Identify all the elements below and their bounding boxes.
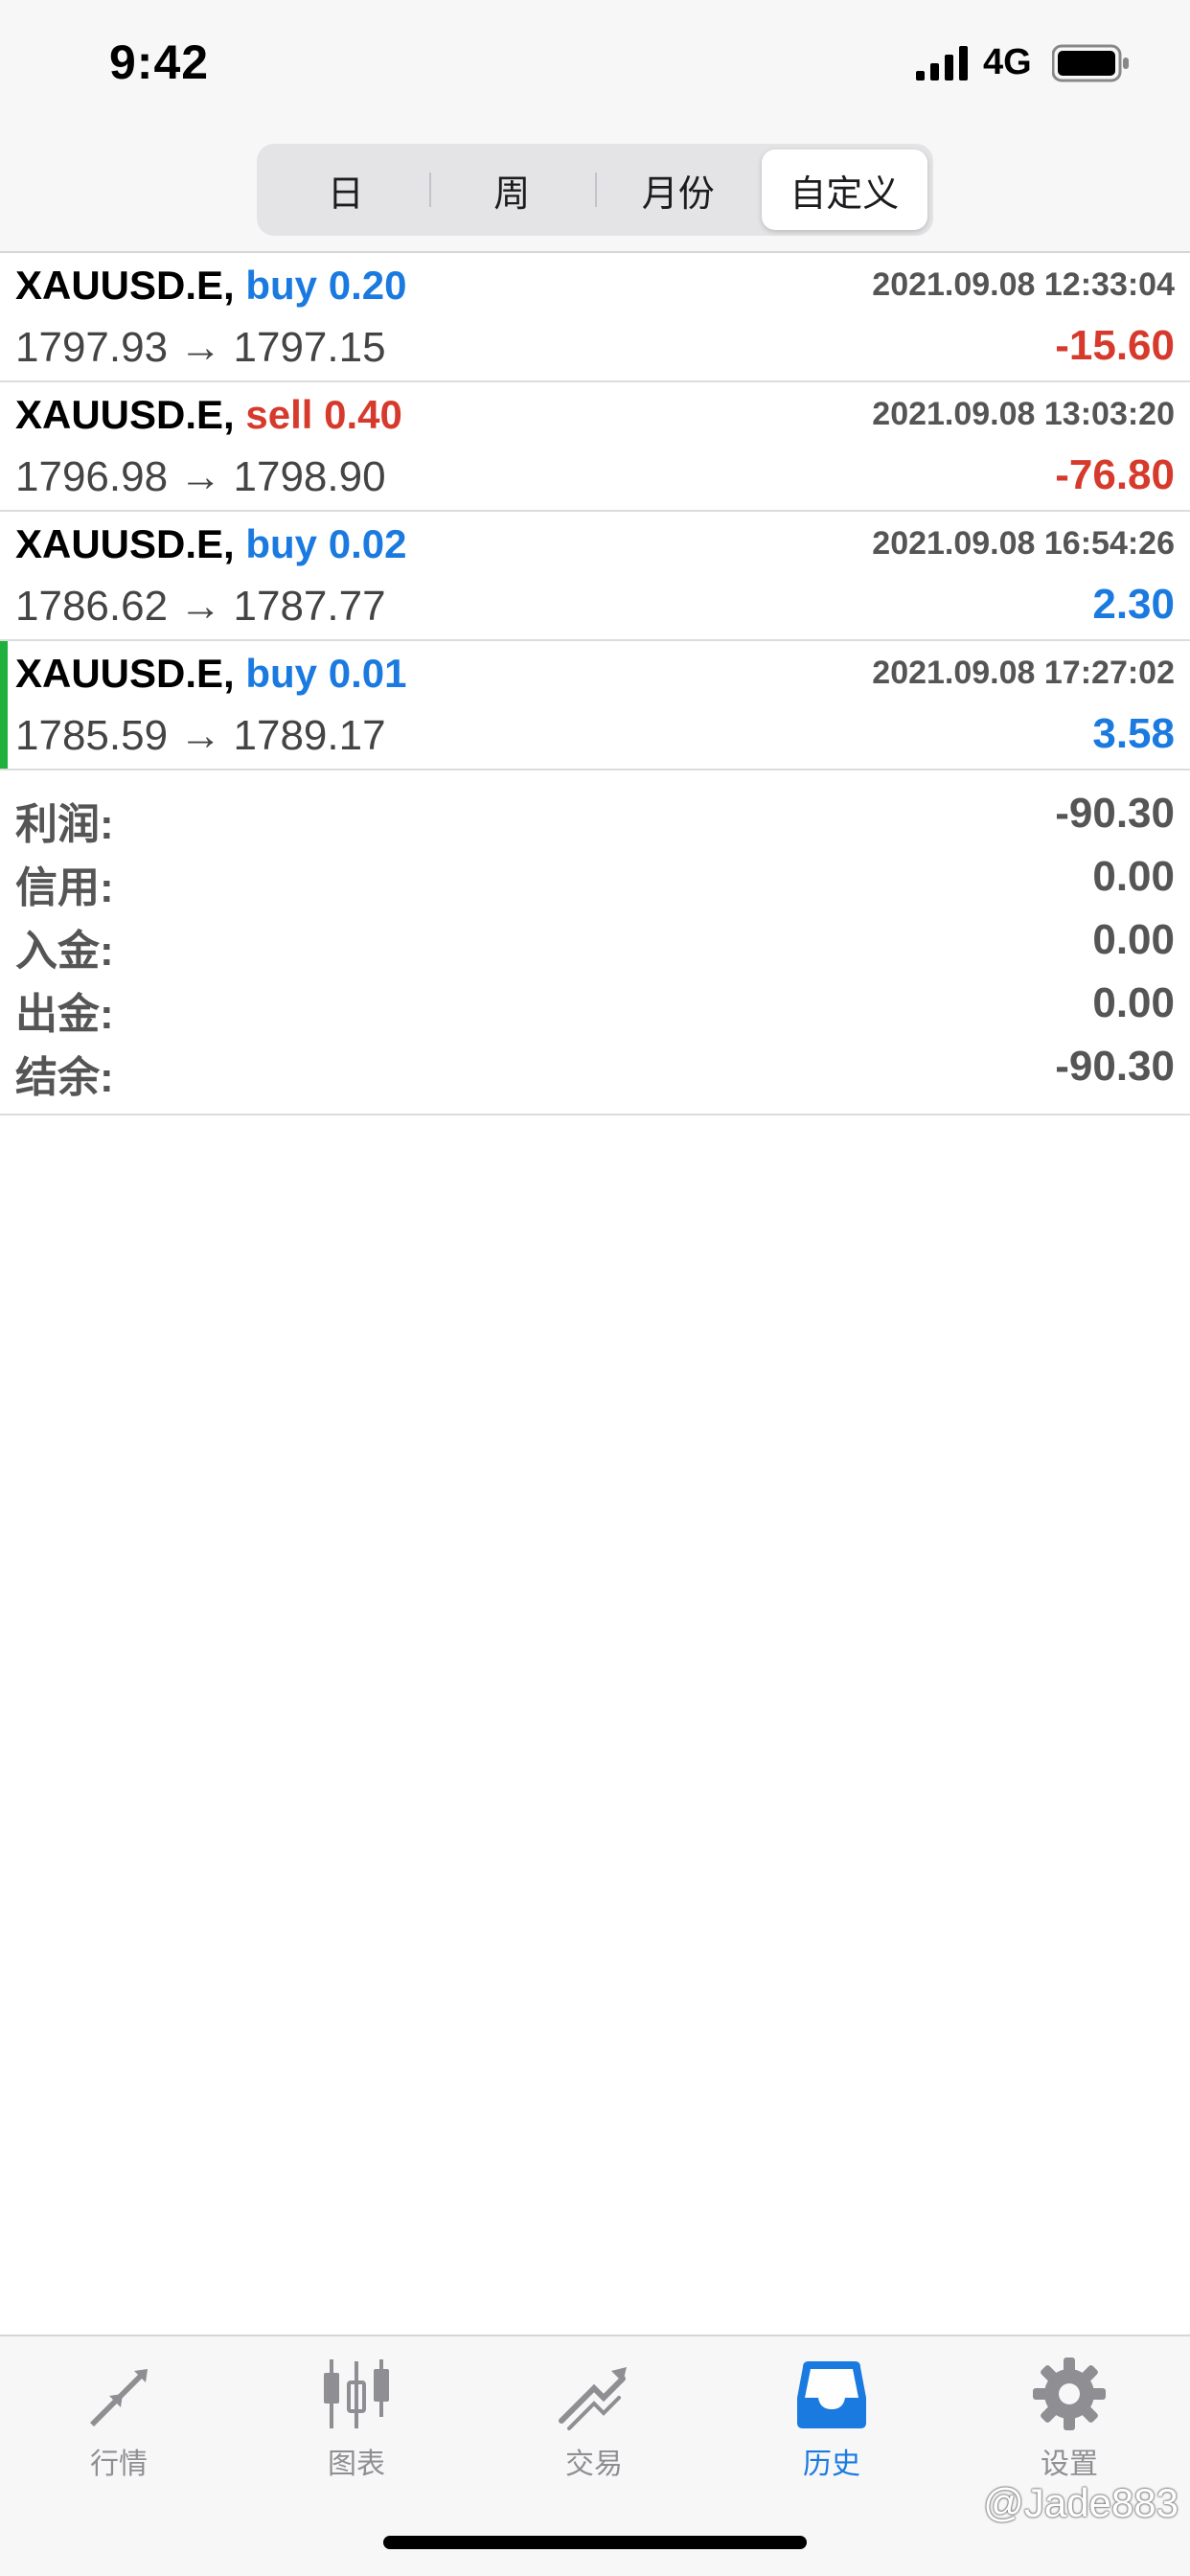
summary-label: 信用: [15, 864, 114, 911]
trade-side: buy 0.20 [245, 263, 407, 308]
tab-trade[interactable]: 交易 [498, 2356, 690, 2490]
summary-row-balance: 结余: -90.30 [0, 1037, 1190, 1101]
trade-profit: -15.60 [1055, 322, 1175, 369]
account-summary: 利润: -90.30 信用: 0.00 入金: 0.00 出金: 0.00 结余… [0, 770, 1190, 1116]
trade-prices: 1785.59 → 1789.17 [15, 712, 386, 759]
trade-time: 2021.09.08 16:54:26 [872, 525, 1175, 562]
trade-prices: 1797.93 → 1797.15 [15, 324, 386, 371]
trade-symbol: XAUUSD.E, [15, 521, 235, 566]
tab-quotes[interactable]: 行情 [23, 2356, 215, 2490]
period-tab-custom[interactable]: 自定义 [761, 150, 927, 230]
trade-chart-icon [559, 2367, 627, 2430]
trade-profit: 2.30 [1092, 581, 1175, 628]
tab-history[interactable]: 历史 [736, 2356, 927, 2490]
tab-settings[interactable]: 设置 [973, 2356, 1165, 2490]
summary-row-withdrawal: 出金: 0.00 [0, 974, 1190, 1038]
trade-symbol: XAUUSD.E, [15, 651, 235, 696]
trade-list: XAUUSD.E, buy 0.20 2021.09.08 12:33:04 1… [0, 253, 1190, 770]
trade-side: buy 0.02 [245, 521, 407, 566]
summary-label: 入金: [15, 928, 114, 975]
period-tab-week[interactable]: 周 [428, 150, 596, 230]
summary-label: 出金: [15, 991, 114, 1038]
period-tab-day[interactable]: 日 [263, 150, 429, 230]
tab-label: 历史 [803, 2449, 860, 2480]
tab-label: 交易 [565, 2449, 623, 2480]
trade-time: 2021.09.08 17:27:02 [872, 655, 1175, 691]
history-screen: 9:42 4G 日 周 月份 自定义 XAUUSD.E, buy 0.20 20… [0, 0, 1190, 2576]
summary-row-profit: 利润: -90.30 [0, 784, 1190, 848]
tab-label: 行情 [90, 2449, 148, 2480]
watermark: @Jade883 [983, 2480, 1179, 2525]
home-indicator[interactable] [383, 2536, 807, 2549]
trade-row[interactable]: XAUUSD.E, buy 0.02 2021.09.08 16:54:26 1… [0, 512, 1190, 641]
tab-label: 设置 [1041, 2449, 1098, 2480]
trade-symbol: XAUUSD.E, [15, 263, 235, 308]
trade-time: 2021.09.08 13:03:20 [872, 396, 1175, 432]
trade-time: 2021.09.08 12:33:04 [872, 266, 1175, 303]
summary-value: -90.30 [1055, 1043, 1175, 1090]
candlestick-chart-icon [324, 2359, 389, 2428]
summary-label: 结余: [15, 1054, 114, 1101]
trade-profit: 3.58 [1092, 710, 1175, 757]
trade-prices: 1786.62 → 1787.77 [15, 583, 386, 630]
trade-symbol: XAUUSD.E, [15, 392, 235, 437]
period-tab-month[interactable]: 月份 [595, 150, 762, 230]
trade-prices: 1796.98 → 1798.90 [15, 453, 386, 500]
summary-row-deposit: 入金: 0.00 [0, 910, 1190, 975]
trade-side: sell 0.40 [245, 392, 402, 437]
period-segmented-control: 日 周 月份 自定义 [257, 144, 933, 236]
battery-icon [1052, 44, 1129, 82]
summary-value: 0.00 [1092, 853, 1175, 900]
summary-value: -90.30 [1055, 790, 1175, 837]
summary-row-credit: 信用: 0.00 [0, 847, 1190, 911]
tab-label: 图表 [328, 2449, 385, 2480]
trade-profit: -76.80 [1055, 451, 1175, 498]
summary-label: 利润: [15, 801, 114, 848]
network-label: 4G [983, 42, 1032, 82]
trade-row[interactable]: XAUUSD.E, sell 0.40 2021.09.08 13:03:20 … [0, 382, 1190, 512]
summary-value: 0.00 [1092, 979, 1175, 1026]
summary-value: 0.00 [1092, 916, 1175, 963]
signal-bars-icon [916, 46, 968, 80]
trade-row-selected[interactable]: XAUUSD.E, buy 0.01 2021.09.08 17:27:02 1… [0, 641, 1190, 770]
header: 9:42 4G 日 周 月份 自定义 [0, 0, 1190, 253]
trade-side: buy 0.01 [245, 651, 407, 696]
quotes-arrows-icon [90, 2369, 148, 2426]
trade-row[interactable]: XAUUSD.E, buy 0.20 2021.09.08 12:33:04 1… [0, 253, 1190, 382]
history-inbox-icon [797, 2361, 866, 2428]
gear-icon [1033, 2358, 1106, 2430]
tab-charts[interactable]: 图表 [261, 2356, 452, 2490]
status-time: 9:42 [109, 35, 210, 89]
